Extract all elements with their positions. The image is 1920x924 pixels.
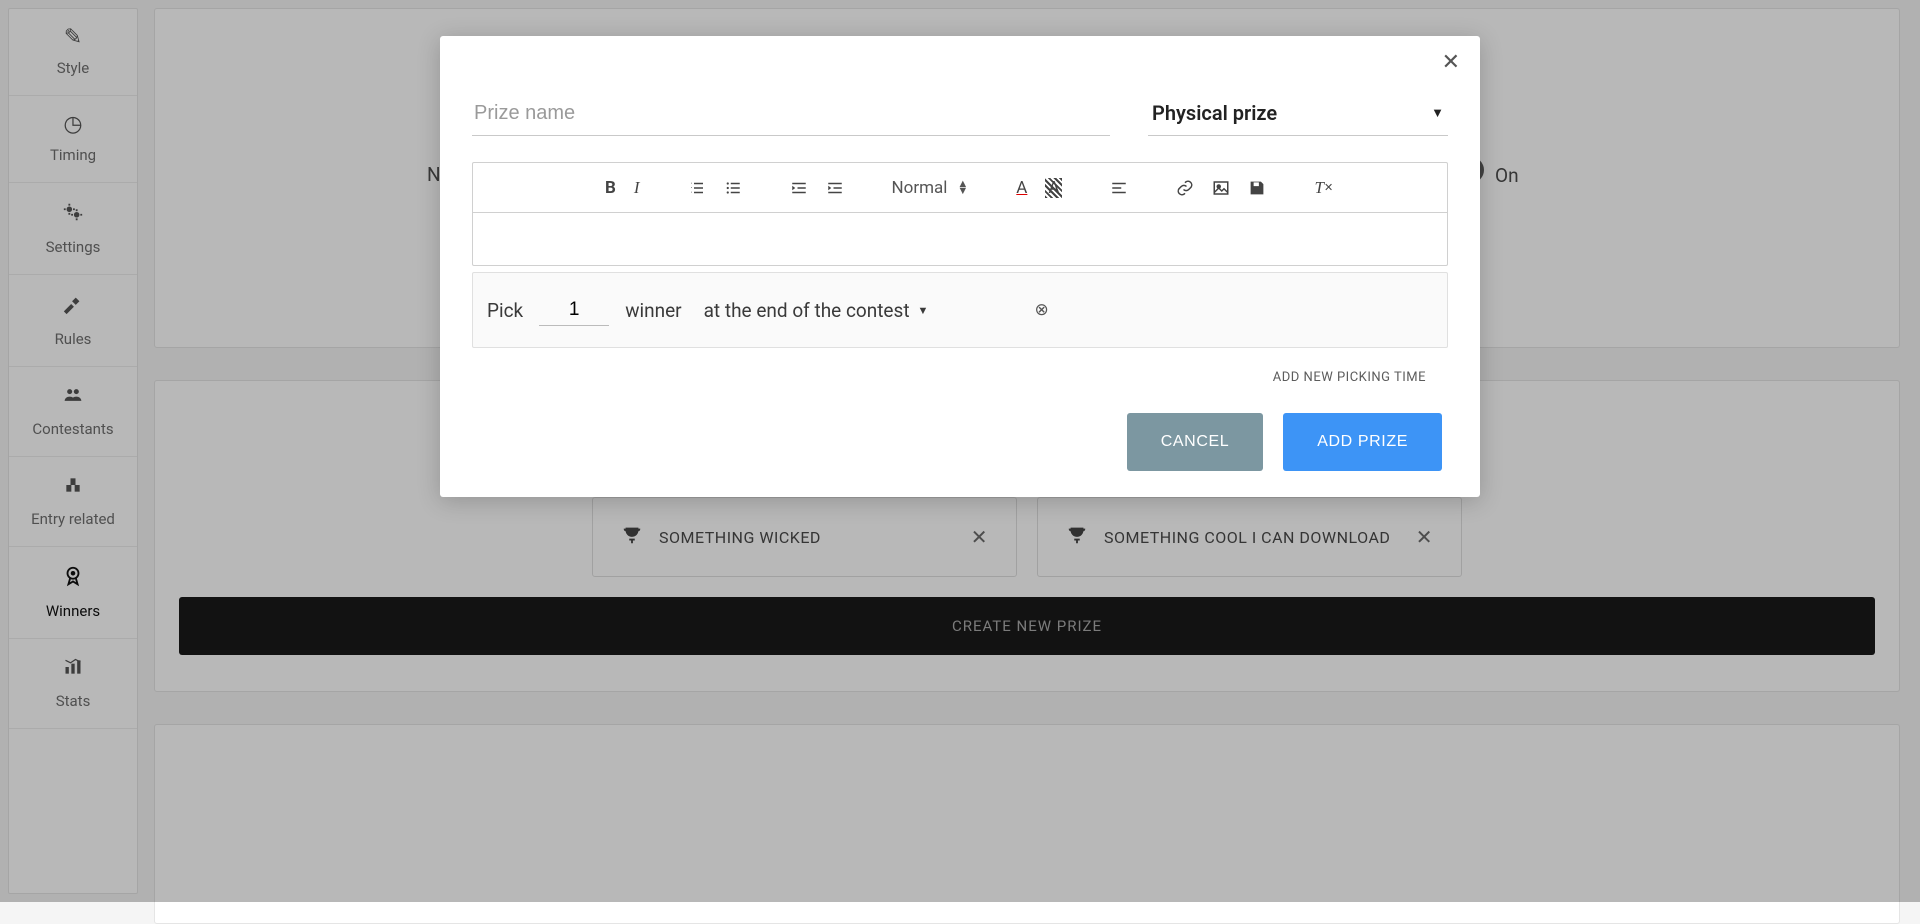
link-icon[interactable] (1176, 179, 1194, 197)
outdent-icon[interactable] (790, 179, 808, 197)
add-prize-button[interactable]: ADD PRIZE (1283, 413, 1442, 471)
winner-count-input[interactable] (539, 295, 609, 326)
rich-text-toolbar: B I (473, 163, 1447, 213)
save-disk-icon[interactable] (1248, 179, 1266, 197)
prize-name-input[interactable] (472, 94, 1110, 136)
prize-type-value: Physical prize (1152, 101, 1277, 125)
highlight-icon[interactable]: A (1045, 178, 1062, 198)
modal-overlay: ✕ Physical prize ▼ B I (0, 0, 1920, 902)
ordered-list-icon[interactable] (688, 179, 706, 197)
picking-time-select[interactable]: at the end of the contest ▼ (704, 299, 929, 322)
add-new-picking-time-link[interactable]: ADD NEW PICKING TIME (470, 370, 1426, 385)
picking-row: Pick winner at the end of the contest ▼ … (472, 272, 1448, 348)
rich-text-editor: B I (472, 162, 1448, 266)
heading-select[interactable]: Normal ▲▼ (892, 178, 969, 198)
winner-label: winner (625, 299, 681, 322)
rich-text-body[interactable] (473, 213, 1447, 265)
indent-icon[interactable] (826, 179, 844, 197)
text-color-icon[interactable]: A (1016, 178, 1027, 198)
cancel-button[interactable]: CANCEL (1127, 413, 1264, 471)
bold-icon[interactable]: B (605, 178, 616, 198)
italic-icon[interactable]: I (634, 178, 640, 198)
align-icon[interactable] (1110, 179, 1128, 197)
chevron-down-icon: ▼ (1431, 105, 1444, 121)
image-icon[interactable] (1212, 179, 1230, 197)
delete-picking-icon[interactable]: ⊗ (1034, 300, 1048, 320)
pick-label: Pick (487, 299, 523, 322)
add-prize-modal: ✕ Physical prize ▼ B I (440, 36, 1480, 497)
prize-type-select[interactable]: Physical prize ▼ (1148, 94, 1448, 136)
unordered-list-icon[interactable] (724, 179, 742, 197)
updown-icon: ▲▼ (957, 181, 968, 194)
close-icon[interactable]: ✕ (1442, 50, 1460, 75)
clear-format-icon[interactable]: T✕ (1314, 178, 1333, 198)
chevron-down-icon: ▼ (918, 304, 929, 317)
